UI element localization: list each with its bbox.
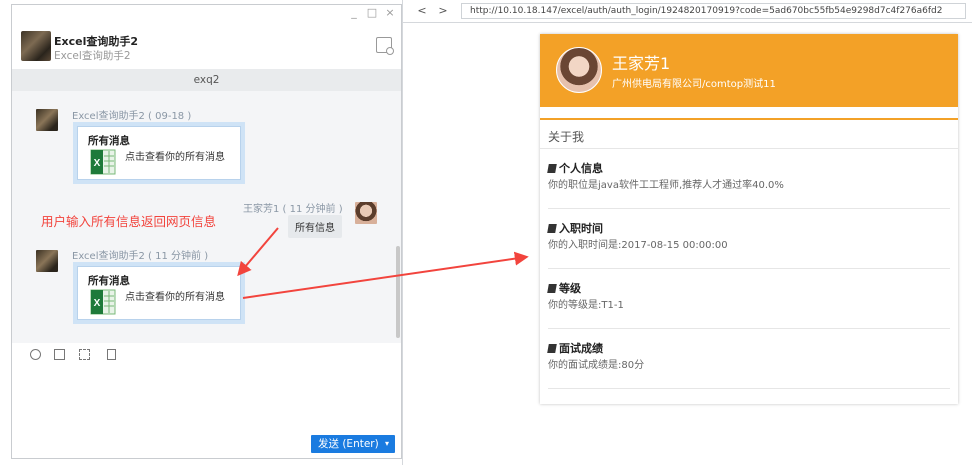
section-title: 等级: [547, 280, 581, 296]
profile-header: 王家芳1 广州供电局有限公司/comtop测试11: [540, 34, 958, 107]
card-text: 点击查看你的所有消息: [125, 292, 225, 303]
section-title-text: 个人信息: [559, 162, 603, 175]
message-meta: Excel查询助手2 ( 09-18 ): [72, 111, 192, 122]
profile-section: 面试成绩 你的面试成绩是:80分: [547, 329, 950, 389]
section-body: 你的面试成绩是:80分: [548, 360, 645, 371]
section-title-text: 等级: [559, 282, 581, 295]
divider: [540, 118, 958, 120]
screenshot-crop-icon[interactable]: [79, 349, 90, 360]
card-title: 所有消息: [88, 135, 130, 147]
section-title: 面试成绩: [547, 340, 603, 356]
message-meta: Excel查询助手2 ( 11 分钟前 ): [72, 251, 209, 262]
send-button-label: 发送 (Enter): [318, 438, 379, 450]
sender-avatar[interactable]: [36, 109, 58, 131]
card-border: 所有消息 X 点击查看你的所有消息: [77, 266, 241, 320]
svg-text:X: X: [94, 158, 101, 169]
card-title: 所有消息: [88, 275, 130, 287]
contact-subtitle: Excel查询助手2: [54, 50, 131, 62]
file-icon[interactable]: [107, 349, 116, 360]
user-avatar[interactable]: [355, 202, 377, 224]
sender-avatar[interactable]: [36, 250, 58, 272]
annotation-text: 用户输入所有信息返回网页信息: [41, 214, 217, 229]
book-icon: [547, 224, 557, 233]
section-title: 个人信息: [547, 160, 603, 176]
message-bubble[interactable]: 所有信息: [288, 215, 342, 238]
profile-card: 王家芳1 广州供电局有限公司/comtop测试11 关于我 个人信息 你的职位是…: [540, 34, 958, 404]
chat-header: Excel查询助手2 Excel查询助手2: [12, 25, 401, 69]
about-heading: 关于我: [548, 130, 585, 144]
section-body: 你的入职时间是:2017-08-15 00:00:00: [548, 240, 728, 251]
chat-toolbar: [12, 343, 401, 365]
browser-navbar: < > http://10.10.18.147/excel/auth/auth_…: [403, 0, 972, 23]
title-bar: _ □ ×: [12, 5, 401, 23]
section-body: 你的等级是:T1-1: [548, 300, 624, 311]
excel-file-icon: X: [90, 289, 116, 315]
contact-name: Excel查询助手2: [54, 35, 139, 48]
chevron-down-icon[interactable]: ▾: [385, 435, 389, 453]
section-title: 入职时间: [547, 220, 603, 236]
browser-window: < > http://10.10.18.147/excel/auth/auth_…: [402, 0, 972, 465]
book-icon: [547, 344, 557, 353]
send-button[interactable]: 发送 (Enter) ▾: [311, 435, 395, 453]
maximize-button[interactable]: □: [365, 6, 379, 20]
svg-text:X: X: [94, 298, 101, 309]
message-meta: 王家芳1 ( 11 分钟前 ): [243, 204, 343, 215]
book-icon: [547, 164, 557, 173]
image-icon[interactable]: [54, 349, 65, 360]
group-name-bar: exq2: [12, 69, 401, 91]
card-border: 所有消息 X 点击查看你的所有消息: [77, 126, 241, 180]
section-title-text: 入职时间: [559, 222, 603, 235]
screenshot-stage: _ □ × Excel查询助手2 Excel查询助手2 exq2 Excel查询…: [0, 0, 972, 465]
section-body: 你的职位是java软件工工程师,推荐人才通过率40.0%: [548, 180, 784, 191]
excel-file-icon: X: [90, 149, 116, 175]
minimize-button[interactable]: _: [347, 6, 361, 20]
back-button[interactable]: <: [415, 3, 429, 19]
profile-name: 王家芳1: [612, 54, 671, 73]
card-text: 点击查看你的所有消息: [125, 152, 225, 163]
profile-section: 个人信息 你的职位是java软件工工程师,推荐人才通过率40.0%: [547, 149, 950, 209]
chat-window: _ □ × Excel查询助手2 Excel查询助手2 exq2 Excel查询…: [11, 4, 402, 459]
profile-section: 入职时间 你的入职时间是:2017-08-15 00:00:00: [547, 209, 950, 269]
forward-button[interactable]: >: [436, 3, 450, 19]
message-card[interactable]: 所有消息 X 点击查看你的所有消息: [73, 262, 245, 324]
book-icon: [547, 284, 557, 293]
profile-avatar: [556, 47, 602, 93]
profile-section: 等级 你的等级是:T1-1: [547, 269, 950, 329]
message-scrollbar[interactable]: [396, 246, 400, 338]
contact-avatar[interactable]: [21, 31, 51, 61]
address-bar[interactable]: http://10.10.18.147/excel/auth/auth_logi…: [461, 3, 966, 19]
contact-card-icon[interactable]: [376, 37, 394, 55]
profile-org: 广州供电局有限公司/comtop测试11: [612, 79, 776, 90]
close-button[interactable]: ×: [383, 6, 397, 20]
message-input[interactable]: 发送 (Enter) ▾: [12, 365, 401, 458]
section-title-text: 面试成绩: [559, 342, 603, 355]
emoji-icon[interactable]: [30, 349, 41, 360]
message-card[interactable]: 所有消息 X 点击查看你的所有消息: [73, 122, 245, 184]
